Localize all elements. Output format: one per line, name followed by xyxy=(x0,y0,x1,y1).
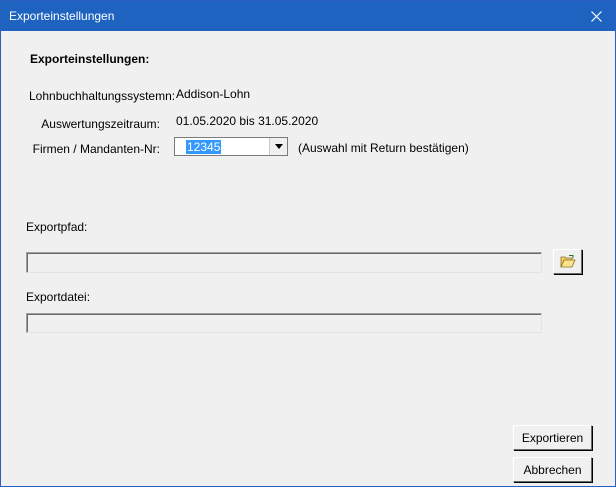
lohn-value: Addison-Lohn xyxy=(176,87,251,101)
exportpfad-field[interactable] xyxy=(26,252,542,273)
exportdatei-label: Exportdatei: xyxy=(26,290,91,304)
cancel-button[interactable]: Abbrechen xyxy=(513,457,592,482)
export-button[interactable]: Exportieren xyxy=(513,425,592,450)
close-button[interactable] xyxy=(577,1,615,31)
firma-select[interactable]: 12345 xyxy=(174,137,288,156)
window-title: Exporteinstellungen xyxy=(9,9,115,23)
open-folder-icon xyxy=(559,254,576,267)
firma-label: Firmen / Mandanten-Nr: xyxy=(32,142,160,156)
close-icon xyxy=(590,10,602,22)
zeitraum-value: 01.05.2020 bis 31.05.2020 xyxy=(176,114,319,128)
firma-selected-value: 12345 xyxy=(186,140,222,154)
exportpfad-label: Exportpfad: xyxy=(26,220,88,234)
dropdown-button[interactable] xyxy=(269,138,287,155)
export-settings-dialog: Exporteinstellungen Exporteinstellungen:… xyxy=(0,0,616,487)
lohn-label: Lohnbuchhaltungssystemn: xyxy=(29,89,176,103)
chevron-down-icon xyxy=(274,144,283,149)
section-heading: Exporteinstellungen: xyxy=(30,52,150,66)
exportdatei-field[interactable] xyxy=(26,313,542,333)
title-bar: Exporteinstellungen xyxy=(1,1,615,31)
firma-hint: (Auswahl mit Return bestätigen) xyxy=(298,141,469,155)
browse-folder-button[interactable] xyxy=(553,249,582,274)
zeitraum-label: Auswertungszeitraum: xyxy=(41,117,160,131)
